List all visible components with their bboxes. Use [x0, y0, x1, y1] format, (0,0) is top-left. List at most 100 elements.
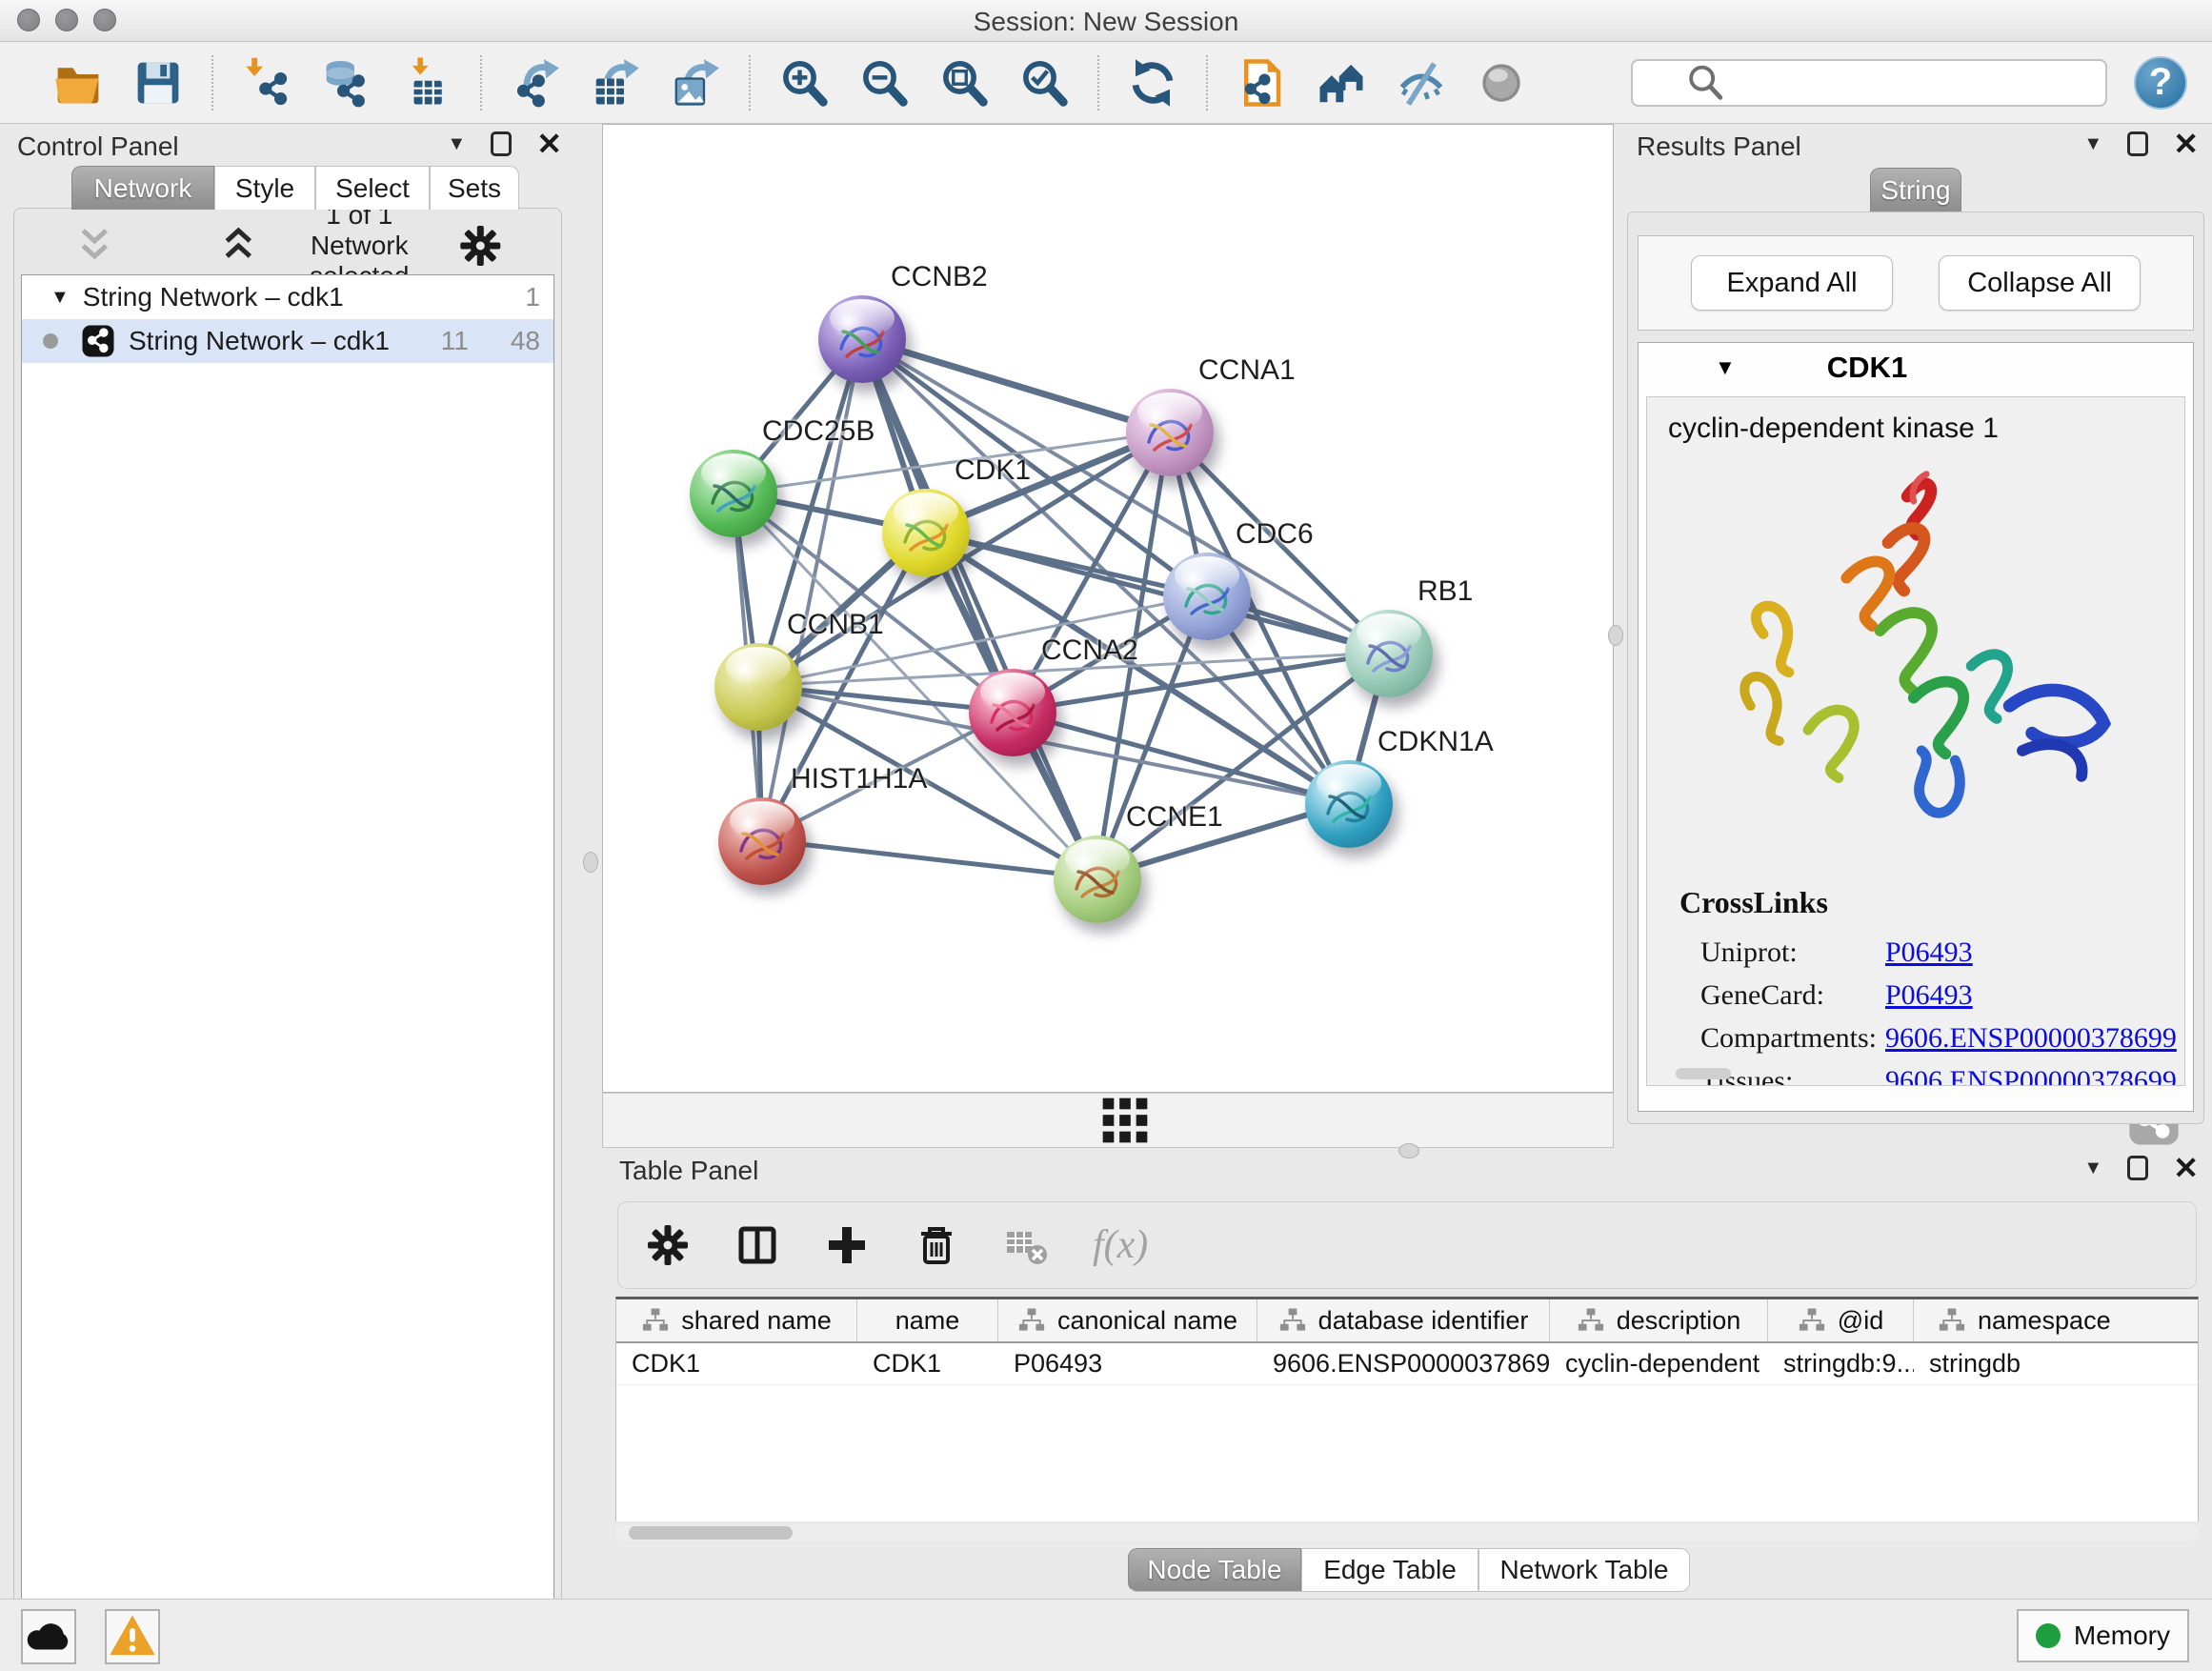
tab-node-table[interactable]: Node Table [1128, 1548, 1301, 1592]
network-node-ccna2[interactable] [969, 669, 1056, 756]
expand-all-button[interactable]: Expand All [1691, 255, 1893, 311]
search-box [1631, 59, 2107, 107]
network-node-ccnb1[interactable] [714, 643, 802, 731]
share-document-button[interactable] [1234, 55, 1289, 111]
column-header-namespace[interactable]: namespace [1914, 1299, 2199, 1341]
column-header-shared-name[interactable]: shared name [616, 1299, 857, 1341]
toolbar-separator [749, 55, 751, 111]
network-node-cdc25b[interactable] [690, 450, 777, 537]
network-node-ccnb2[interactable] [818, 295, 906, 383]
left-splitter-handle[interactable] [583, 852, 598, 873]
table-panel-close-icon[interactable]: ✕ [2173, 1156, 2199, 1180]
export-network-button[interactable] [508, 55, 563, 111]
import-network-button[interactable] [239, 55, 294, 111]
crosslink-link[interactable]: 9606.ENSP00000378699 [1885, 1022, 2177, 1055]
table-row[interactable]: CDK1CDK1P064939606.ENSP00000378699cyclin… [616, 1343, 2198, 1385]
tab-select[interactable]: Select [315, 166, 430, 210]
tab-string[interactable]: String [1870, 168, 1961, 211]
warning-icon [107, 1611, 158, 1662]
network-edge[interactable] [762, 840, 1096, 878]
memory-button[interactable]: Memory [2017, 1609, 2189, 1662]
crosslink-link[interactable]: 9606.ENSP00000378699 [1885, 1065, 2177, 1087]
import-table-button[interactable] [399, 55, 454, 111]
crosslink-label: GeneCard: [1700, 979, 1885, 1012]
table-panel-float-icon[interactable] [2127, 1156, 2148, 1180]
control-panel-close-icon[interactable]: ✕ [536, 131, 562, 156]
zoom-fit-button[interactable] [936, 55, 992, 111]
hide-glyphs-button[interactable] [1394, 55, 1449, 111]
table-panel-collapse-icon[interactable]: ▼ [2083, 1158, 2102, 1179]
warnings-button[interactable] [105, 1609, 160, 1664]
network-node-hist1h1a[interactable] [718, 797, 806, 885]
crosslink-link[interactable]: P06493 [1885, 979, 1973, 1012]
network-node-cdc6[interactable] [1163, 553, 1251, 640]
results-scrollbar-thumb[interactable] [1676, 1068, 1731, 1079]
control-panel-float-icon[interactable] [491, 131, 512, 156]
plus-icon[interactable] [824, 1222, 870, 1268]
refresh-button[interactable] [1125, 55, 1180, 111]
tab-network-table[interactable]: Network Table [1478, 1548, 1690, 1592]
network-edge[interactable] [861, 339, 1096, 878]
function-builder-icon[interactable]: f(x) [1093, 1222, 1148, 1268]
show-glyphs-button[interactable] [1474, 55, 1529, 111]
shared-column-icon [1798, 1306, 1826, 1335]
column-header-database-identifier[interactable]: database identifier [1257, 1299, 1550, 1341]
gene-section-collapse-icon[interactable]: ▼ [1715, 355, 1736, 380]
grid-view-icon[interactable] [620, 1094, 1630, 1147]
network-node-cdkn1a[interactable] [1305, 760, 1393, 848]
help-button[interactable]: ? [2134, 56, 2187, 110]
refresh-icon [1127, 57, 1178, 109]
column-header-canonical-name[interactable]: canonical name [998, 1299, 1257, 1341]
crosslink-link[interactable]: P06493 [1885, 936, 1973, 969]
crosslinks-title: CrossLinks [1679, 885, 1828, 920]
gear-icon[interactable] [645, 1222, 691, 1268]
network-node-ccne1[interactable] [1054, 836, 1141, 923]
homes-button[interactable] [1314, 55, 1369, 111]
network-canvas[interactable]: CCNB2 CCNA1 CDC25B CDK1 CDC6 RB1CCNB1 [602, 124, 1614, 1093]
collapse-all-button[interactable]: Collapse All [1939, 255, 2141, 311]
network-options-gear-icon[interactable] [409, 223, 553, 269]
import-network-icon [241, 57, 292, 109]
export-table-icon [590, 57, 641, 109]
results-panel-float-icon[interactable] [2127, 131, 2148, 156]
tab-network[interactable]: Network [71, 166, 214, 210]
zoom-out-button[interactable] [856, 55, 912, 111]
column-header-name[interactable]: name [857, 1299, 998, 1341]
search-input[interactable] [1775, 64, 2094, 102]
open-folder-button[interactable] [50, 55, 106, 111]
trash-icon[interactable] [914, 1222, 959, 1268]
table-remove-icon[interactable] [1003, 1222, 1049, 1268]
zoom-selected-button[interactable] [1016, 55, 1072, 111]
tab-sets[interactable]: Sets [430, 166, 519, 210]
export-image-button[interactable] [668, 55, 723, 111]
column-header-description[interactable]: description [1550, 1299, 1768, 1341]
tab-edge-table[interactable]: Edge Table [1301, 1548, 1478, 1592]
shared-column-icon [1278, 1306, 1307, 1335]
columns-icon[interactable] [734, 1222, 780, 1268]
tab-style[interactable]: Style [214, 166, 315, 210]
network-tree-row[interactable]: String Network – cdk1 1148 [22, 319, 553, 363]
network-node-rb1[interactable] [1345, 610, 1433, 697]
expand-all-networks-icon[interactable] [23, 223, 167, 269]
control-panel-collapse-icon[interactable]: ▼ [447, 133, 466, 155]
gene-section-header[interactable]: ▼ CDK1 [1639, 343, 2193, 393]
network-edge[interactable] [925, 532, 1387, 653]
results-panel-collapse-icon[interactable]: ▼ [2083, 133, 2102, 155]
table-hscrollbar-thumb[interactable] [629, 1526, 793, 1540]
results-panel-close-icon[interactable]: ✕ [2173, 131, 2199, 156]
node-edge-counts: 1148 [441, 326, 540, 356]
tree-expand-icon[interactable]: ▼ [50, 287, 70, 309]
share-document-icon [1236, 57, 1287, 109]
results-panel: Results Panel ▼ ✕ Expand All Collapse Al… [1619, 124, 2212, 1148]
network-node-ccna1[interactable] [1126, 389, 1214, 476]
column-header--id[interactable]: @id [1768, 1299, 1914, 1341]
node-gloss [726, 647, 791, 685]
export-table-button[interactable] [588, 55, 643, 111]
save-button[interactable] [131, 55, 186, 111]
network-tree-row[interactable]: ▼ String Network – cdk1 1 [22, 275, 553, 319]
collapse-all-networks-icon[interactable] [167, 223, 311, 269]
network-node-cdk1[interactable] [882, 489, 970, 576]
import-database-button[interactable] [319, 55, 374, 111]
zoom-in-button[interactable] [776, 55, 832, 111]
cloud-status-button[interactable] [21, 1609, 76, 1664]
